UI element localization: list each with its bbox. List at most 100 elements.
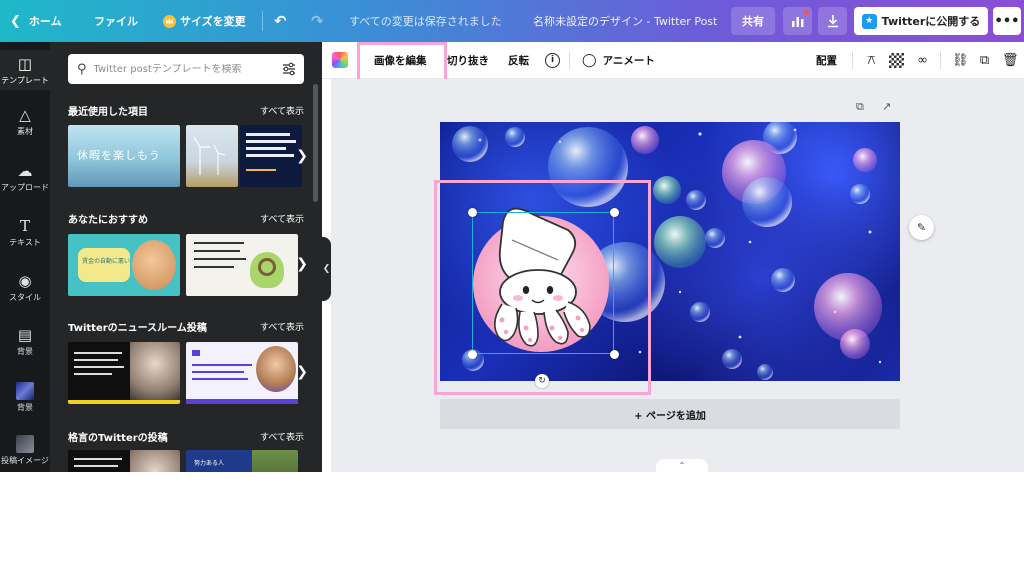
color-picker-icon[interactable] [332, 52, 348, 68]
notification-dot [804, 10, 809, 15]
section-title: 格言のTwitterの投稿 [68, 433, 168, 444]
see-all-link[interactable]: すべて表示 [260, 320, 304, 333]
template-thumbnail[interactable]: 休暇を楽しもう [68, 125, 180, 187]
see-all-link[interactable]: すべて表示 [260, 104, 304, 117]
bar-chart-icon [791, 17, 803, 27]
redo-icon[interactable]: ↷ [311, 0, 324, 42]
publish-twitter-button[interactable]: ★ Twitterに公開する [854, 7, 988, 35]
info-icon[interactable]: i [545, 53, 560, 68]
snail-shell [258, 258, 276, 276]
text-line [246, 169, 276, 171]
rail-item-post-image[interactable]: 投稿イメージ [0, 435, 50, 466]
undo-icon[interactable]: ↶ [274, 0, 287, 42]
top-bar: ❮ ホーム ファイル サイズを変更 ↶ ↷ すべての変更は保存されました 名称未… [0, 0, 1024, 42]
text-line [74, 458, 122, 460]
filter-icon[interactable] [282, 62, 296, 76]
rail-label: 背景 [17, 403, 33, 412]
text-line [194, 250, 240, 252]
insights-button[interactable] [783, 7, 812, 35]
rail-label: 背景 [17, 347, 33, 356]
rail-label: 投稿イメージ [1, 456, 49, 465]
woman-photo [130, 450, 180, 472]
template-thumbnail[interactable] [68, 342, 180, 404]
rail-item-text[interactable]: T テキスト [0, 217, 50, 248]
text-line [192, 378, 248, 380]
resize-button[interactable]: サイズを変更 [163, 0, 246, 42]
text-line [74, 465, 118, 467]
template-thumbnail[interactable] [186, 125, 238, 187]
file-menu-button[interactable]: ファイル [94, 0, 138, 42]
rail-item-background[interactable]: 背景 [0, 382, 50, 413]
paint-roller-icon[interactable]: ⚻ [864, 53, 879, 68]
animate-icon: ◯ [582, 53, 597, 68]
link-icon[interactable]: ∞ [915, 53, 930, 68]
template-thumbnail[interactable]: 賃金の自動に悪い [68, 234, 180, 296]
trash-icon[interactable]: 🗑 [1002, 53, 1019, 68]
text-line [192, 364, 252, 366]
animate-label: アニメート [602, 55, 655, 67]
download-button[interactable] [818, 7, 847, 35]
twitter-icon: ★ [861, 13, 877, 29]
lock-icon[interactable]: ⛓ [952, 53, 969, 68]
chevron-right-icon[interactable]: ❯ [296, 256, 308, 272]
rail-item-uploads[interactable]: ☁ アップロード [0, 162, 50, 193]
download-icon [827, 15, 838, 28]
collapse-panel-button[interactable]: ❮ [322, 237, 331, 301]
chevron-left-icon: ❮ [10, 13, 21, 29]
crop-button[interactable]: 切り抜き [447, 42, 489, 79]
text-line [194, 258, 246, 260]
template-thumbnail[interactable]: 努力ある人 [186, 450, 298, 472]
transparency-icon[interactable] [889, 53, 904, 68]
template-thumbnail[interactable] [186, 234, 298, 296]
template-thumbnail[interactable] [240, 125, 302, 187]
template-search[interactable]: ⚲ [68, 54, 304, 84]
share-button[interactable]: 共有 [731, 7, 775, 35]
see-all-link[interactable]: すべて表示 [260, 212, 304, 225]
flip-button[interactable]: 反転 [508, 42, 529, 79]
rail-item-templates[interactable]: ◫ テンプレート [0, 50, 50, 90]
accent-bar [186, 399, 298, 404]
chevron-right-icon[interactable]: ❯ [296, 148, 308, 164]
chevron-up-icon[interactable]: ⌃ [656, 459, 708, 472]
add-comment-icon[interactable]: ✎ [909, 215, 934, 240]
rail-item-styles[interactable]: ◉ スタイル [0, 272, 50, 303]
text-line [246, 140, 296, 143]
duplicate-icon[interactable]: ⧉ [977, 53, 992, 68]
publish-label: Twitterに公開する [881, 15, 981, 28]
thumbnail-text: 賃金の自動に悪い [82, 258, 131, 265]
section-title: Twitterのニュースルーム投稿 [68, 323, 207, 334]
home-button[interactable]: ❮ ホーム [10, 0, 62, 42]
text-line [194, 242, 244, 244]
background-thumbnail [16, 382, 34, 400]
nature-photo [252, 450, 298, 472]
position-button[interactable]: 配置 [816, 42, 837, 79]
palette-icon: ◉ [18, 272, 32, 290]
chevron-right-icon[interactable]: ❯ [296, 364, 308, 380]
see-all-link[interactable]: すべて表示 [260, 430, 304, 443]
duplicate-page-icon[interactable]: ⧉ [856, 100, 864, 114]
animate-button[interactable]: ◯ アニメート [582, 42, 655, 79]
cloud-upload-icon: ☁ [17, 162, 33, 180]
template-thumbnail[interactable] [68, 450, 180, 472]
document-title[interactable]: 名称未設定のデザイン - Twitter Post [533, 0, 717, 42]
add-page-icon[interactable]: ↗ [882, 100, 891, 113]
text-line [246, 147, 286, 150]
child-photo [132, 240, 176, 290]
more-options-button[interactable]: ••• [993, 7, 1021, 35]
save-status: すべての変更は保存されました [349, 15, 502, 28]
add-page-button[interactable]: + ページを追加 [440, 399, 900, 429]
thumbnail-text: 休暇を楽しもう [77, 149, 161, 162]
panel-scrollbar[interactable] [313, 84, 318, 202]
quote-thumbnails: 努力ある人 [68, 450, 312, 472]
accent-bar [68, 400, 180, 404]
side-rail: ◫ テンプレート △ 素材 ☁ アップロード T テキスト ◉ スタイル ▤ 背… [0, 42, 50, 472]
divider [940, 52, 941, 69]
search-input[interactable] [93, 63, 262, 75]
rail-item-pattern[interactable]: ▤ 背景 [0, 326, 50, 357]
rail-item-elements[interactable]: △ 素材 [0, 106, 50, 137]
text-icon: T [19, 217, 30, 235]
text-bubble: 賃金の自動に悪い [78, 248, 130, 282]
newsroom-thumbnails [68, 342, 312, 404]
template-thumbnail[interactable] [186, 342, 298, 404]
layout-icon: ◫ [17, 55, 33, 73]
